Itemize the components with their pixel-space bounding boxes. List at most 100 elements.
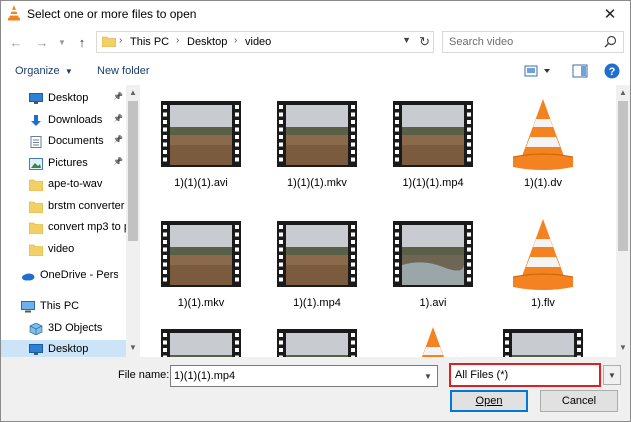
file-list-scrollbar[interactable]: ▲ ▼ bbox=[616, 85, 630, 357]
cancel-button[interactable]: Cancel bbox=[540, 390, 618, 412]
organize-button[interactable]: Organize ▼ bbox=[15, 65, 73, 77]
breadcrumb-video[interactable]: video bbox=[245, 36, 271, 48]
help-button[interactable]: ? bbox=[604, 63, 620, 82]
navigation-scrollbar[interactable]: ▲ ▼ bbox=[126, 85, 140, 357]
file-name: 1)(1)(1).avi bbox=[174, 177, 228, 189]
file-type-filter[interactable]: All Files (*) bbox=[449, 363, 601, 387]
sidebar-item-label: 3D Objects bbox=[48, 322, 103, 334]
scroll-down-icon[interactable]: ▼ bbox=[616, 343, 630, 352]
file-item[interactable] bbox=[388, 323, 476, 357]
file-name-label: File name: bbox=[118, 369, 170, 381]
refresh-icon[interactable]: ↻ bbox=[419, 34, 430, 50]
onedrive-icon bbox=[21, 270, 35, 282]
sidebar-item-desktop[interactable]: Desktop bbox=[1, 340, 129, 357]
file-item[interactable]: 1).flv bbox=[498, 215, 586, 315]
open-button[interactable]: Open bbox=[450, 390, 528, 412]
title-bar: Select one or more files to open ✕ bbox=[1, 1, 630, 27]
chevron-down-icon[interactable]: ▼ bbox=[419, 366, 437, 386]
file-item[interactable]: 1)(1).mp4 bbox=[272, 215, 360, 315]
sidebar-item-downloads[interactable]: Downloads 📌 bbox=[1, 111, 129, 131]
sidebar-item-desktop[interactable]: Desktop 📌 bbox=[1, 89, 129, 109]
svg-text:?: ? bbox=[609, 66, 616, 78]
sidebar-item-convert-mp3-to-p[interactable]: convert mp3 to p bbox=[1, 218, 129, 238]
arrow-right-icon: → bbox=[35, 34, 49, 50]
chevron-down-icon: ▼ bbox=[608, 370, 616, 380]
sidebar-item-brstm-converter[interactable]: brstm converter bbox=[1, 197, 129, 217]
video-thumbnail-icon bbox=[277, 323, 357, 357]
close-button[interactable]: ✕ bbox=[590, 1, 630, 27]
sidebar-item-onedrive-persor[interactable]: OneDrive - Persor bbox=[1, 266, 129, 286]
vlc-file-icon bbox=[393, 323, 473, 357]
sidebar-item-this-pc[interactable]: This PC bbox=[1, 297, 129, 317]
new-folder-button[interactable]: New folder bbox=[97, 65, 150, 77]
sidebar-item-video[interactable]: video bbox=[1, 240, 129, 260]
video-thumbnail-icon bbox=[161, 95, 241, 175]
scrollbar-thumb[interactable] bbox=[128, 101, 138, 241]
file-item[interactable]: 1)(1)(1).avi bbox=[156, 95, 244, 195]
scroll-up-icon[interactable]: ▲ bbox=[616, 88, 630, 97]
sidebar-item-documents[interactable]: Documents 📌 bbox=[1, 132, 129, 152]
video-thumbnail-icon bbox=[277, 95, 357, 175]
pin-icon: 📌 bbox=[113, 135, 123, 144]
sidebar-item-label: brstm converter bbox=[48, 200, 125, 212]
search-icon bbox=[604, 35, 617, 51]
video-thumbnail-icon bbox=[503, 323, 583, 357]
change-view-button[interactable] bbox=[524, 63, 552, 82]
chevron-down-icon[interactable]: ▼ bbox=[402, 35, 411, 45]
scrollbar-thumb[interactable] bbox=[618, 101, 628, 251]
file-item[interactable] bbox=[272, 323, 360, 357]
sidebar-item-ape-to-wav[interactable]: ape-to-wav bbox=[1, 175, 129, 195]
video-thumbnail-icon bbox=[161, 215, 241, 295]
address-bar[interactable]: › This PC › Desktop › video ▼ ↻ bbox=[96, 31, 434, 53]
folder-icon bbox=[28, 201, 44, 214]
folder-icon bbox=[28, 179, 44, 192]
window-title: Select one or more files to open bbox=[27, 7, 197, 21]
back-button[interactable]: ← bbox=[7, 32, 25, 52]
file-item[interactable]: 1)(1)(1).mp4 bbox=[388, 95, 476, 195]
file-item[interactable]: 1).avi bbox=[388, 215, 476, 315]
file-item[interactable]: 1)(1)(1).mkv bbox=[272, 95, 360, 195]
search-box[interactable]: Search video bbox=[442, 31, 624, 53]
scroll-up-icon[interactable]: ▲ bbox=[126, 88, 140, 97]
breadcrumb-this-pc[interactable]: This PC bbox=[130, 36, 169, 48]
chevron-down-icon: ▼ bbox=[58, 37, 66, 47]
breadcrumb-separator-icon: › bbox=[176, 35, 180, 46]
file-name-input[interactable]: 1)(1)(1).mp4 ▼ bbox=[170, 365, 438, 387]
up-button[interactable]: ↑ bbox=[73, 32, 91, 52]
preview-pane-button[interactable] bbox=[572, 63, 588, 82]
sidebar-item-pictures[interactable]: Pictures 📌 bbox=[1, 154, 129, 174]
breadcrumb-desktop[interactable]: Desktop bbox=[187, 36, 227, 48]
documents-icon bbox=[29, 136, 43, 148]
pictures-icon bbox=[29, 158, 43, 170]
folder-icon bbox=[28, 222, 44, 235]
help-icon: ? bbox=[604, 63, 620, 79]
desktop-icon bbox=[29, 93, 43, 105]
recent-locations-button[interactable]: ▼ bbox=[53, 32, 71, 52]
sidebar-item-label: convert mp3 to p bbox=[48, 221, 126, 233]
file-item[interactable]: 1)(1).dv bbox=[498, 95, 586, 195]
pin-icon: 📌 bbox=[113, 114, 123, 123]
scroll-down-icon[interactable]: ▼ bbox=[126, 343, 140, 352]
pin-icon: 📌 bbox=[113, 92, 123, 101]
video-thumbnail-icon bbox=[277, 215, 357, 295]
sidebar-item-label: OneDrive - Persor bbox=[40, 269, 118, 281]
sidebar-item-label: This PC bbox=[40, 300, 80, 312]
close-icon: ✕ bbox=[603, 6, 617, 23]
forward-button[interactable]: → bbox=[33, 32, 51, 52]
file-item[interactable] bbox=[156, 323, 244, 357]
video-thumbnail-icon bbox=[161, 323, 241, 357]
file-item[interactable] bbox=[498, 323, 586, 357]
file-item[interactable]: 1)(1).mkv bbox=[156, 215, 244, 315]
3d-objects-icon bbox=[29, 322, 43, 336]
file-open-dialog: Select one or more files to open ✕ ← → ▼… bbox=[0, 0, 631, 422]
view-icon bbox=[524, 65, 550, 77]
sidebar-item-3d-objects[interactable]: 3D Objects bbox=[1, 319, 129, 339]
file-name: 1).avi bbox=[419, 297, 447, 309]
command-bar: Organize ▼ New folder ? bbox=[1, 59, 630, 85]
video-thumbnail-icon bbox=[393, 95, 473, 175]
breadcrumb-separator-icon: › bbox=[119, 35, 123, 46]
file-name-value: 1)(1)(1).mp4 bbox=[174, 370, 236, 382]
chevron-down-icon: ▼ bbox=[62, 67, 73, 76]
arrow-left-icon: ← bbox=[9, 34, 23, 50]
file-type-dropdown-button[interactable]: ▼ bbox=[603, 365, 621, 385]
